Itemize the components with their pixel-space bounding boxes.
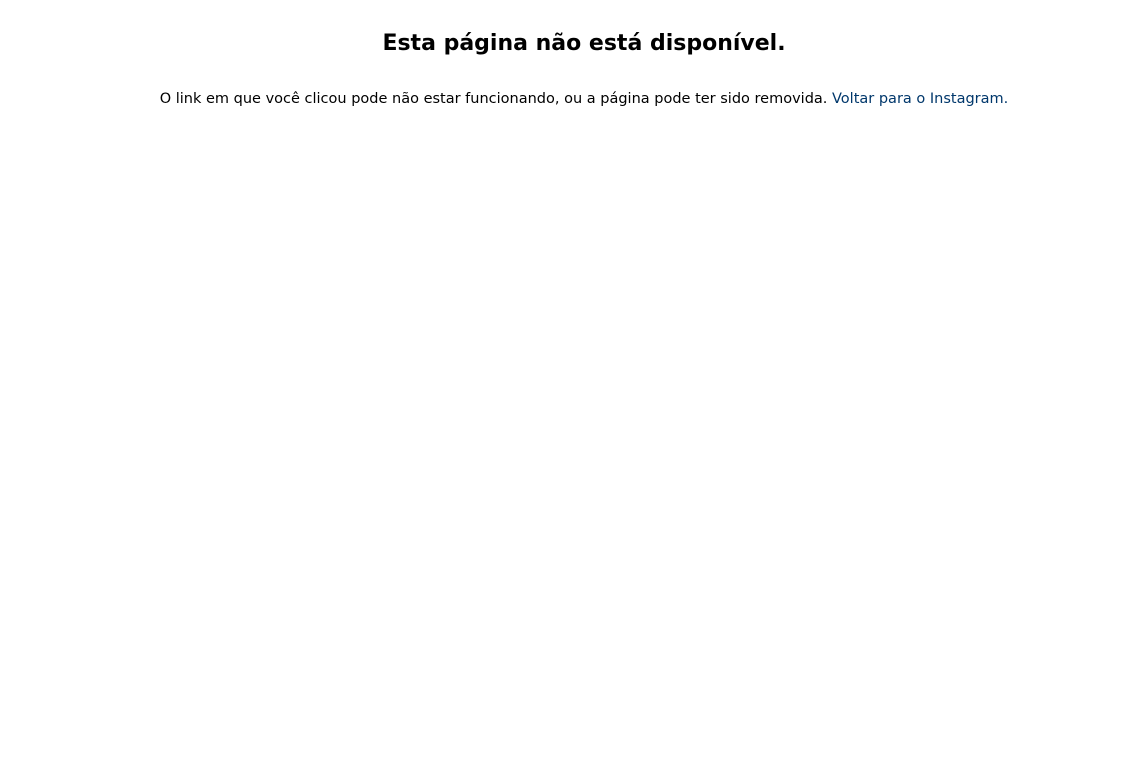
error-page: Esta página não está disponível. O link … [0, 0, 1141, 761]
error-message-text: O link em que você clicou pode não estar… [159, 91, 828, 107]
back-to-instagram-link[interactable]: Voltar para o Instagram. [832, 91, 1008, 107]
page-title: Esta página não está disponível. [382, 31, 786, 56]
error-message: O link em que você clicou pode não estar… [0, 89, 1141, 109]
